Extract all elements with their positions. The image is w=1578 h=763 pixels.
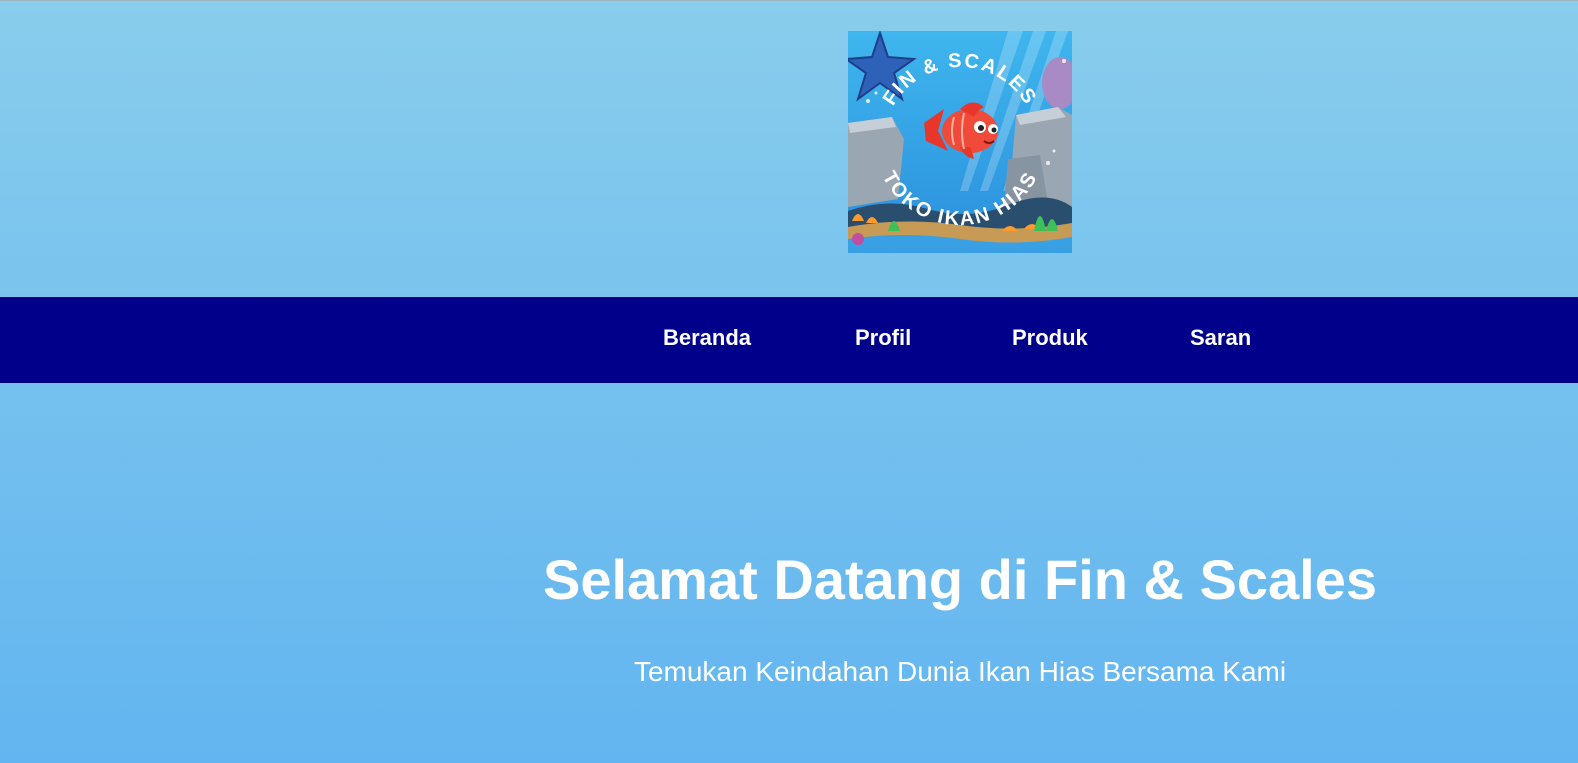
nav-link-produk[interactable]: Produk [1012, 325, 1088, 351]
nav-link-profil[interactable]: Profil [855, 325, 911, 351]
site-header: FIN & SCALES TOKO IKAN HIAS [0, 0, 1578, 297]
nav-link-saran[interactable]: Saran [1190, 325, 1251, 351]
main-nav: Beranda Profil Produk Saran [0, 297, 1578, 383]
fish-shop-logo: FIN & SCALES TOKO IKAN HIAS [848, 31, 1072, 253]
nav-link-beranda[interactable]: Beranda [663, 325, 751, 351]
hero-section: Selamat Datang di Fin & Scales Temukan K… [0, 383, 1578, 763]
hero-subtitle: Temukan Keindahan Dunia Ikan Hias Bersam… [633, 656, 1287, 687]
hero-title: Selamat Datang di Fin & Scales [542, 548, 1378, 611]
